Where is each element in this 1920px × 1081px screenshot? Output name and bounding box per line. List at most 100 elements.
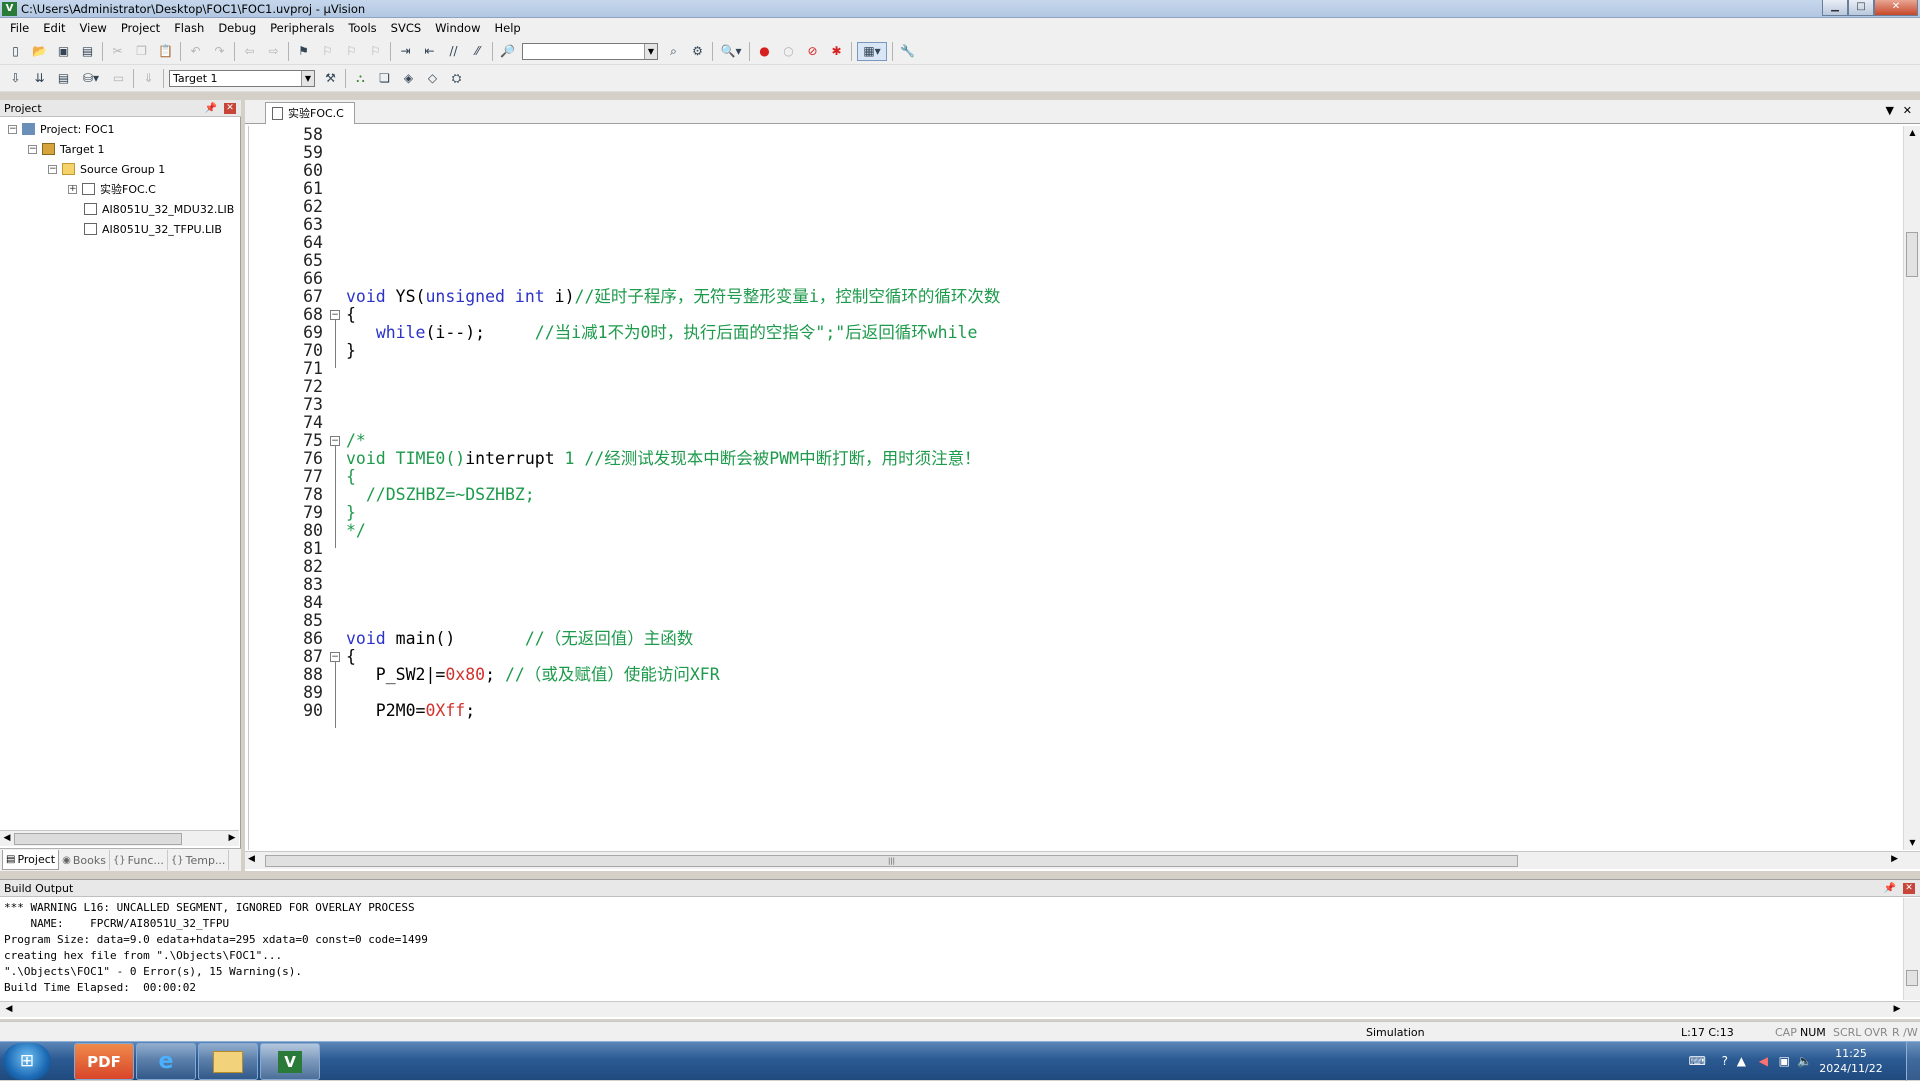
copy-icon[interactable]: ❐ [132,42,151,61]
build-hscrollbar[interactable]: ◀ ▶ [0,1001,1920,1017]
menu-edit[interactable]: Edit [36,21,72,35]
save-all-icon[interactable]: ▤ [78,42,97,61]
clear-bookmarks-icon[interactable]: ⚐ [366,42,385,61]
rebuild-icon[interactable]: ▤ [54,69,73,88]
scroll-thumb[interactable]: ||| [265,855,1518,867]
scroll-left-icon[interactable]: ◀ [0,831,14,847]
tab-list-icon[interactable]: ▼ [1886,104,1894,117]
scroll-left-icon[interactable]: ◀ [248,854,255,864]
taskbar-uvision-app[interactable]: V [260,1043,320,1080]
source-browser-icon[interactable]: ⚙ [688,42,707,61]
disable-all-breakpoints-icon[interactable]: ⊘ [803,42,822,61]
disable-breakpoint-icon[interactable]: ○ [779,42,798,61]
unindent-icon[interactable]: ⇤ [420,42,439,61]
build-output-text[interactable]: *** WARNING L16: UNCALLED SEGMENT, IGNOR… [4,900,1894,996]
code-area[interactable]: 58 59 60 61 62 63 64 65 66 67 void YS(unsigned int… [248,126,1900,850]
collapse-icon[interactable]: − [28,144,37,154]
build-vscrollbar[interactable] [1903,898,1920,1000]
run-time-environment-icon[interactable]: ◇ [423,69,442,88]
pack-installer-icon[interactable]: ⛭ [447,69,466,88]
kill-all-breakpoints-icon[interactable]: ✱ [827,42,846,61]
menu-project[interactable]: Project [114,21,167,35]
find-combo[interactable]: ▼ [522,42,658,60]
navigate-forward-icon[interactable]: ⇨ [264,42,283,61]
cut-icon[interactable]: ✂ [108,42,127,61]
scroll-right-icon[interactable]: ▶ [225,831,239,847]
start-button[interactable]: ⊞ [3,1043,51,1080]
volume-icon[interactable]: 🔈 [1797,1054,1812,1068]
menu-help[interactable]: Help [488,21,528,35]
taskbar-explorer-app[interactable] [198,1043,258,1080]
redo-icon[interactable]: ↷ [210,42,229,61]
help-icon[interactable]: ? [1722,1054,1728,1068]
paste-icon[interactable]: 📋 [156,42,175,61]
scroll-down-icon[interactable]: ▼ [1904,836,1920,850]
tab-books[interactable]: ◉ Books [59,850,110,870]
tree-node-source-group[interactable]: − Source Group 1 [48,160,165,178]
incremental-find-icon[interactable]: ⌕ [664,42,683,61]
next-bookmark-icon[interactable]: ⚐ [342,42,361,61]
scroll-left-icon[interactable]: ◀ [2,1002,16,1018]
tree-node-file[interactable]: AI8051U_32_MDU32.LIB [84,200,234,218]
editor-vscrollbar[interactable]: ▲ ▼ [1903,126,1920,850]
close-panel-icon[interactable]: ✕ [1903,883,1915,894]
keyboard-icon[interactable]: ⌨ [1689,1054,1706,1068]
scroll-up-icon[interactable]: ▲ [1904,126,1920,140]
menu-file[interactable]: File [3,21,36,35]
maximize-button[interactable]: □ [1848,0,1874,16]
security-icon[interactable]: ◀ [1759,1054,1768,1068]
show-desktop-button[interactable] [1906,1042,1920,1081]
debug-session-icon[interactable]: 🔍▾ [718,42,744,61]
select-packs-icon[interactable]: ❏ [375,69,394,88]
scroll-right-icon[interactable]: ▶ [1891,854,1898,864]
configure-icon[interactable]: 🔧 [898,42,917,61]
project-hscrollbar[interactable]: ◀ ▶ [0,830,239,846]
fold-toggle-icon[interactable]: − [330,436,340,446]
minimize-button[interactable]: ▁ [1822,0,1848,16]
editor-tab[interactable]: 实验FOC.C [265,102,355,124]
clock[interactable]: 11:25 2024/11/22 [1816,1046,1886,1076]
fold-toggle-icon[interactable]: − [330,310,340,320]
new-file-icon[interactable]: ▯ [6,42,25,61]
stop-build-icon[interactable]: ▭ [109,69,128,88]
tab-templates[interactable]: {} Temp... [168,850,230,870]
navigate-back-icon[interactable]: ⇦ [240,42,259,61]
batch-build-icon[interactable]: ⛁▾ [78,69,104,88]
download-icon[interactable]: ⇓ [139,69,158,88]
tab-project[interactable]: ▤ Project [2,850,60,870]
target-select[interactable]: Target 1 ▼ [169,69,315,87]
open-file-icon[interactable]: 📂 [30,42,49,61]
pin-icon[interactable]: 📌 [205,100,217,117]
editor-hscrollbar[interactable]: ◀ ||| ▶ [245,851,1920,869]
window-layout-icon[interactable]: ▦▾ [857,41,887,61]
target-options-icon[interactable]: ⚒ [321,69,340,88]
menu-window[interactable]: Window [428,21,487,35]
pin-icon[interactable]: 📌 [1884,880,1896,897]
expand-icon[interactable]: + [68,184,77,194]
taskbar-ie-app[interactable]: e [136,1043,196,1080]
menu-view[interactable]: View [73,21,114,35]
build-icon[interactable]: ⇊ [30,69,49,88]
close-button[interactable]: ✕ [1874,0,1918,16]
tree-node-target[interactable]: − Target 1 [28,140,105,158]
show-hidden-icons-icon[interactable]: ▲ [1737,1054,1746,1068]
bookmark-icon[interactable]: ⚑ [294,42,313,61]
scroll-thumb[interactable] [14,833,182,845]
prev-bookmark-icon[interactable]: ⚐ [318,42,337,61]
translate-icon[interactable]: ⇩ [6,69,25,88]
close-panel-icon[interactable]: ✕ [224,103,236,114]
menu-svcs[interactable]: SVCS [384,21,429,35]
menu-debug[interactable]: Debug [211,21,263,35]
uncomment-icon[interactable]: ⁄⁄ [468,42,487,61]
taskbar-pdf-app[interactable]: PDF [74,1043,134,1080]
comment-icon[interactable]: // [444,42,463,61]
tree-node-file[interactable]: AI8051U_32_TFPU.LIB [84,220,222,238]
close-tab-icon[interactable]: ✕ [1903,104,1912,117]
save-icon[interactable]: ▣ [54,42,73,61]
tree-node-file[interactable]: + 实验FOC.C [68,180,156,198]
manage-components-icon[interactable]: ◈ [399,69,418,88]
code-line[interactable]: 90 P2M0=0Xff; [249,700,1899,722]
tab-functions[interactable]: {} Func... [110,850,168,870]
scroll-thumb[interactable] [1906,970,1918,986]
scroll-right-icon[interactable]: ▶ [1890,1002,1904,1018]
